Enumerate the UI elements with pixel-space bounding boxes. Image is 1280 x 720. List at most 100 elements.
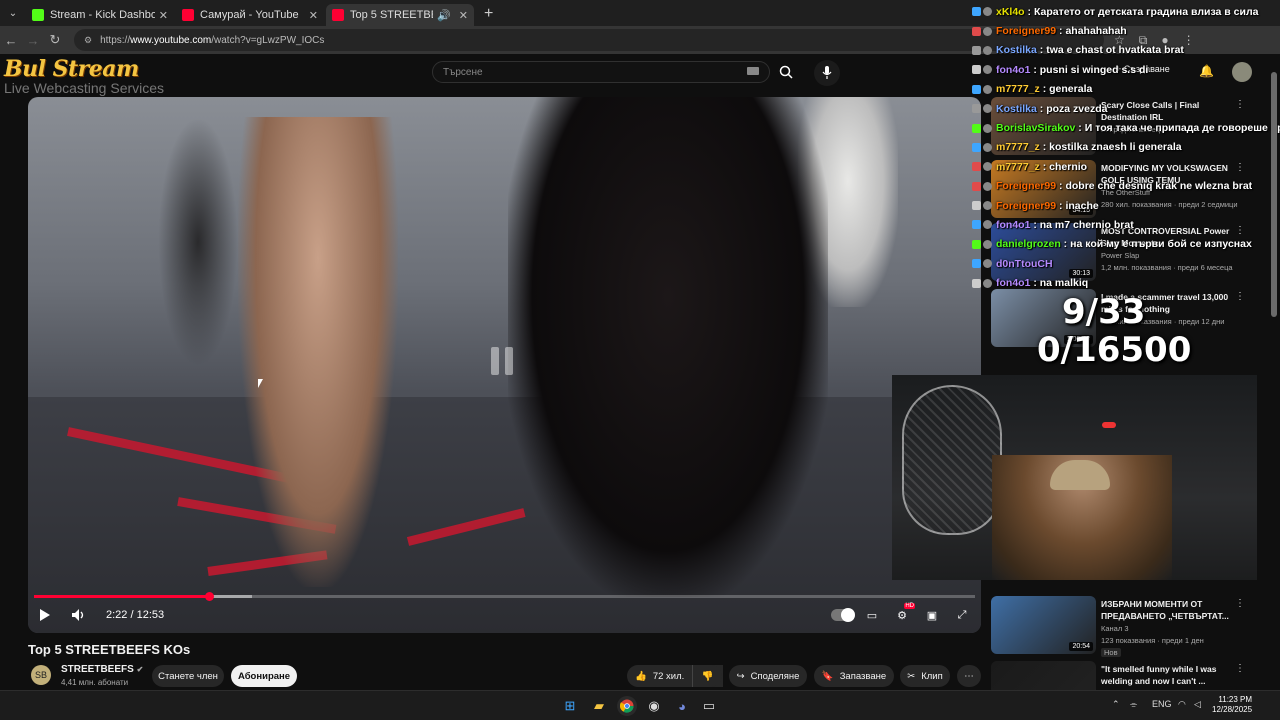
chat-badge-icon	[972, 239, 981, 249]
chat-username: fon4o1	[996, 63, 1031, 76]
subtitles-icon[interactable]: ▭	[861, 606, 883, 624]
close-tab-icon[interactable]: ✕	[309, 9, 318, 22]
chat-username: Kostilka	[996, 44, 1037, 57]
reload-icon[interactable]: ↻	[44, 32, 66, 48]
terminal-icon[interactable]: ▭	[699, 696, 719, 716]
tab-kick-dashboard[interactable]: Stream - Kick Dashboard ✕	[26, 4, 174, 26]
chat-badge-icon	[983, 142, 992, 152]
chat-badge-icon	[983, 201, 992, 211]
chat-badge-icon	[972, 45, 981, 55]
more-options-icon[interactable]: ⋮	[1235, 663, 1245, 674]
chat-message: xKl4o : Каратето от детската градина вли…	[972, 2, 1280, 21]
chat-badge-icon	[972, 123, 981, 133]
speaker-icon[interactable]: ◁	[1194, 699, 1201, 710]
channel-name-text: STREETBEEFS	[61, 664, 134, 675]
logo-main: Bul Stream	[4, 56, 139, 82]
chat-message: Kostilka : twa e chast ot hvatkata brat	[972, 41, 1280, 60]
chat-badge-icon	[972, 104, 981, 114]
chat-text: И тоя така че припада де говореше пр	[1084, 122, 1280, 135]
video-title[interactable]: ИЗБРАНИ МОМЕНТИ ОТ ПРЕДАВАНЕТО „ЧЕТВЪРТА…	[1101, 598, 1241, 622]
tab-streetbeefs[interactable]: Top 5 STREETBEEFS KOs - Y 🔊 ✕	[326, 4, 474, 26]
chat-username: fon4o1	[996, 218, 1031, 231]
obs-icon[interactable]: ◉	[644, 696, 664, 716]
close-tab-icon[interactable]: ✕	[159, 9, 168, 22]
share-icon: ↪	[736, 670, 745, 682]
subscribe-button[interactable]: Абониране	[231, 665, 297, 687]
chat-text: na m7 chernio brat	[1039, 218, 1134, 231]
mouse-cursor-icon	[258, 379, 263, 388]
start-icon[interactable]: ⊞	[560, 696, 580, 716]
site-info-icon[interactable]: ⚙	[84, 35, 92, 46]
forward-icon[interactable]: →	[22, 33, 44, 48]
dislike-button[interactable]: 👎	[692, 665, 722, 687]
join-label: Станете член	[158, 670, 218, 682]
voice-search-button[interactable]	[814, 60, 840, 86]
system-clock[interactable]: 11:23 PM 12/28/2025	[1212, 695, 1252, 715]
more-options-icon[interactable]: ⋮	[1235, 598, 1245, 609]
keyboard-icon[interactable]	[747, 67, 759, 75]
chat-username: d0nTtouCH	[996, 257, 1053, 270]
scrollbar-thumb[interactable]	[1271, 72, 1277, 317]
tray-overflow-icon[interactable]: ⌃	[1112, 699, 1120, 710]
video-title[interactable]: "It smelled funny while I was welding an…	[1101, 663, 1241, 687]
chat-badge-icon	[983, 239, 992, 249]
chat-text: na malkiq	[1039, 277, 1089, 290]
volume-button[interactable]	[62, 608, 96, 622]
new-tab-button[interactable]: +	[476, 4, 501, 26]
audio-icon[interactable]: 🔊	[437, 9, 451, 22]
chat-separator: :	[1060, 238, 1071, 251]
thumbs-down-icon: 👎	[701, 670, 714, 682]
chat-separator: :	[1039, 141, 1050, 154]
subscriber-goal-counter: 9/33	[1062, 292, 1146, 332]
share-button[interactable]: ↪ Споделяне	[729, 665, 807, 687]
network-icon[interactable]: ⌯	[1130, 699, 1137, 710]
video-thumbnail[interactable]: 20:54	[991, 596, 1096, 654]
tab-samurai-youtube[interactable]: Самурай - YouTube ✕	[176, 4, 324, 26]
theater-mode-icon[interactable]: ▣	[921, 606, 943, 624]
close-tab-icon[interactable]: ✕	[459, 9, 468, 22]
search-input[interactable]: Търсене	[432, 61, 770, 83]
video-channel[interactable]: Канал 3	[1101, 624, 1128, 633]
chat-message: m7777_z : kostilka znaesh li generala	[972, 138, 1280, 157]
tab-title: Самурай - YouTube	[200, 9, 299, 21]
page-scrollbar[interactable]	[1271, 62, 1277, 690]
wifi-icon[interactable]: ◠	[1178, 699, 1186, 710]
discord-icon[interactable]: ◕	[672, 696, 692, 716]
tab-search-icon[interactable]: ⌄	[0, 0, 26, 26]
address-host: www.youtube.com	[130, 34, 212, 46]
chat-badge-icon	[983, 7, 992, 17]
microphone-icon	[822, 66, 832, 79]
settings-icon[interactable]: ⚙ HD	[891, 603, 915, 624]
language-indicator[interactable]: ENG	[1152, 699, 1172, 709]
join-button[interactable]: Станете член	[152, 665, 224, 687]
channel-avatar[interactable]: SB	[31, 665, 51, 685]
file-explorer-icon[interactable]: ▰	[589, 696, 609, 716]
chat-badge-icon	[972, 278, 981, 288]
channel-name[interactable]: STREETBEEFS ✔	[61, 664, 143, 675]
play-button[interactable]	[28, 608, 62, 622]
progress-bar[interactable]	[34, 592, 975, 601]
hd-badge: HD	[904, 603, 915, 609]
save-button[interactable]: 🔖 Запазване	[814, 665, 894, 687]
chat-badge-icon	[972, 142, 981, 152]
chat-text: generala	[1049, 83, 1093, 96]
recommended-video[interactable]: 20:54 ИЗБРАНИ МОМЕНТИ ОТ ПРЕДАВАНЕТО „ЧЕТ…	[991, 596, 1261, 657]
thumbs-up-icon: 👍	[635, 670, 647, 682]
back-icon[interactable]: ←	[0, 33, 22, 48]
clip-button[interactable]: ✂ Клип	[900, 665, 950, 687]
chat-badge-icon	[983, 104, 992, 114]
video-player[interactable]: 2:22 / 12:53 ▭ ⚙ HD ▣ ⤢	[28, 97, 981, 633]
bulstream-logo: Bul Stream Live Webcasting Services	[4, 56, 180, 96]
scrubber-handle[interactable]	[205, 592, 215, 601]
chat-badge-icon	[972, 220, 981, 230]
autoplay-toggle[interactable]	[831, 608, 855, 622]
search-button[interactable]	[772, 61, 800, 83]
chat-separator: :	[1030, 63, 1040, 76]
kick-favicon-icon	[32, 9, 44, 21]
address-bar[interactable]: ⚙ https://www.youtube.com/watch?v=gLwzPW…	[74, 29, 1104, 51]
more-actions-button[interactable]: ⋯	[957, 665, 981, 687]
fullscreen-icon[interactable]: ⤢	[951, 606, 973, 624]
chat-badge-icon	[972, 84, 981, 94]
chrome-icon[interactable]	[617, 696, 637, 716]
chat-username: BorislavSirakov	[996, 122, 1076, 135]
